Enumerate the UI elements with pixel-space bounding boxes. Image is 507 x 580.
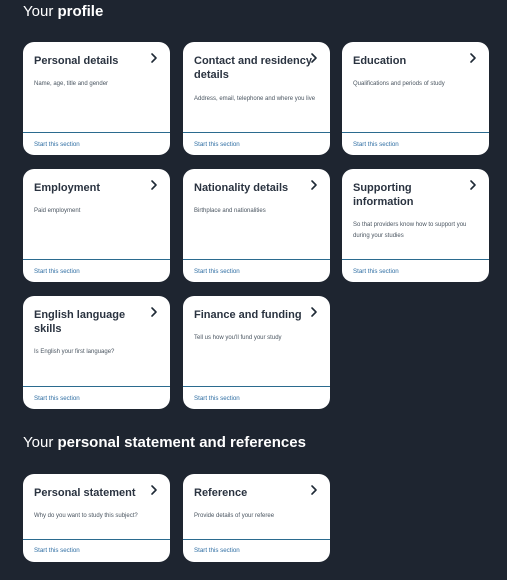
card-personal-details[interactable]: Personal details Name, age, title and ge… xyxy=(23,42,170,155)
card-title: English language skills xyxy=(34,309,126,335)
profile-heading-bold: profile xyxy=(57,3,104,20)
statement-heading-bold: personal statement and references xyxy=(57,434,306,451)
card-title: Personal statement xyxy=(34,487,136,499)
card-description: Is English your first language? xyxy=(34,349,115,355)
card-description: Address, email, telephone and where you … xyxy=(194,96,316,102)
statement-heading: Your personal statement and references xyxy=(23,434,306,451)
card-description: Tell us how you'll fund your study xyxy=(194,335,282,341)
card-divider xyxy=(342,259,489,260)
chevron-right-icon xyxy=(466,178,480,192)
card-title: Finance and funding xyxy=(194,309,302,321)
start-section-link[interactable]: Start this section xyxy=(353,141,399,148)
card-finance-funding[interactable]: Finance and funding Tell us how you'll f… xyxy=(183,296,330,409)
start-section-link[interactable]: Start this section xyxy=(34,268,80,275)
card-english-language-skills[interactable]: English language skills Is English your … xyxy=(23,296,170,409)
card-divider xyxy=(342,132,489,133)
card-title: Contact and residency details xyxy=(194,55,312,81)
card-divider xyxy=(183,539,330,540)
card-divider xyxy=(23,386,170,387)
card-description: Paid employment xyxy=(34,208,81,214)
start-section-link[interactable]: Start this section xyxy=(353,268,399,275)
start-section-link[interactable]: Start this section xyxy=(34,141,80,148)
chevron-right-icon xyxy=(307,178,321,192)
start-section-link[interactable]: Start this section xyxy=(194,547,240,554)
card-description: Name, age, title and gender xyxy=(34,81,109,87)
statement-heading-prefix: Your xyxy=(23,434,54,451)
card-title: Personal details xyxy=(34,55,119,67)
start-section-link[interactable]: Start this section xyxy=(194,268,240,275)
card-description: Qualifications and periods of study xyxy=(353,81,445,87)
card-title: Education xyxy=(353,55,407,67)
profile-heading-prefix: Your xyxy=(23,3,54,20)
start-section-link[interactable]: Start this section xyxy=(194,395,240,402)
card-divider xyxy=(183,259,330,260)
chevron-right-icon xyxy=(147,483,161,497)
card-title: Nationality details xyxy=(194,182,289,194)
card-description: So that providers know how to support yo… xyxy=(353,222,467,239)
start-section-link[interactable]: Start this section xyxy=(34,547,80,554)
card-title: Reference xyxy=(194,487,248,499)
card-divider xyxy=(23,539,170,540)
profile-heading: Your profile xyxy=(23,3,103,20)
chevron-right-icon xyxy=(307,51,321,65)
card-description: Why do you want to study this subject? xyxy=(34,513,138,519)
chevron-right-icon xyxy=(147,305,161,319)
chevron-right-icon xyxy=(147,51,161,65)
start-section-link[interactable]: Start this section xyxy=(34,395,80,402)
card-divider xyxy=(183,132,330,133)
chevron-right-icon xyxy=(147,178,161,192)
chevron-right-icon xyxy=(307,483,321,497)
card-reference[interactable]: Reference Provide details of your refere… xyxy=(183,474,330,562)
card-description: Provide details of your referee xyxy=(194,513,275,519)
start-section-link[interactable]: Start this section xyxy=(194,141,240,148)
card-divider xyxy=(183,386,330,387)
card-title: Employment xyxy=(34,182,101,194)
card-title: Supporting information xyxy=(353,182,414,208)
card-nationality-details[interactable]: Nationality details Birthplace and natio… xyxy=(183,169,330,282)
card-divider xyxy=(23,259,170,260)
card-contact-residency[interactable]: Contact and residency details Address, e… xyxy=(183,42,330,155)
card-divider xyxy=(23,132,170,133)
card-education[interactable]: Education Qualifications and periods of … xyxy=(342,42,489,155)
card-description: Birthplace and nationalities xyxy=(194,208,266,214)
chevron-right-icon xyxy=(307,305,321,319)
chevron-right-icon xyxy=(466,51,480,65)
card-personal-statement[interactable]: Personal statement Why do you want to st… xyxy=(23,474,170,562)
card-employment[interactable]: Employment Paid employment Start this se… xyxy=(23,169,170,282)
card-supporting-information[interactable]: Supporting information So that providers… xyxy=(342,169,489,282)
